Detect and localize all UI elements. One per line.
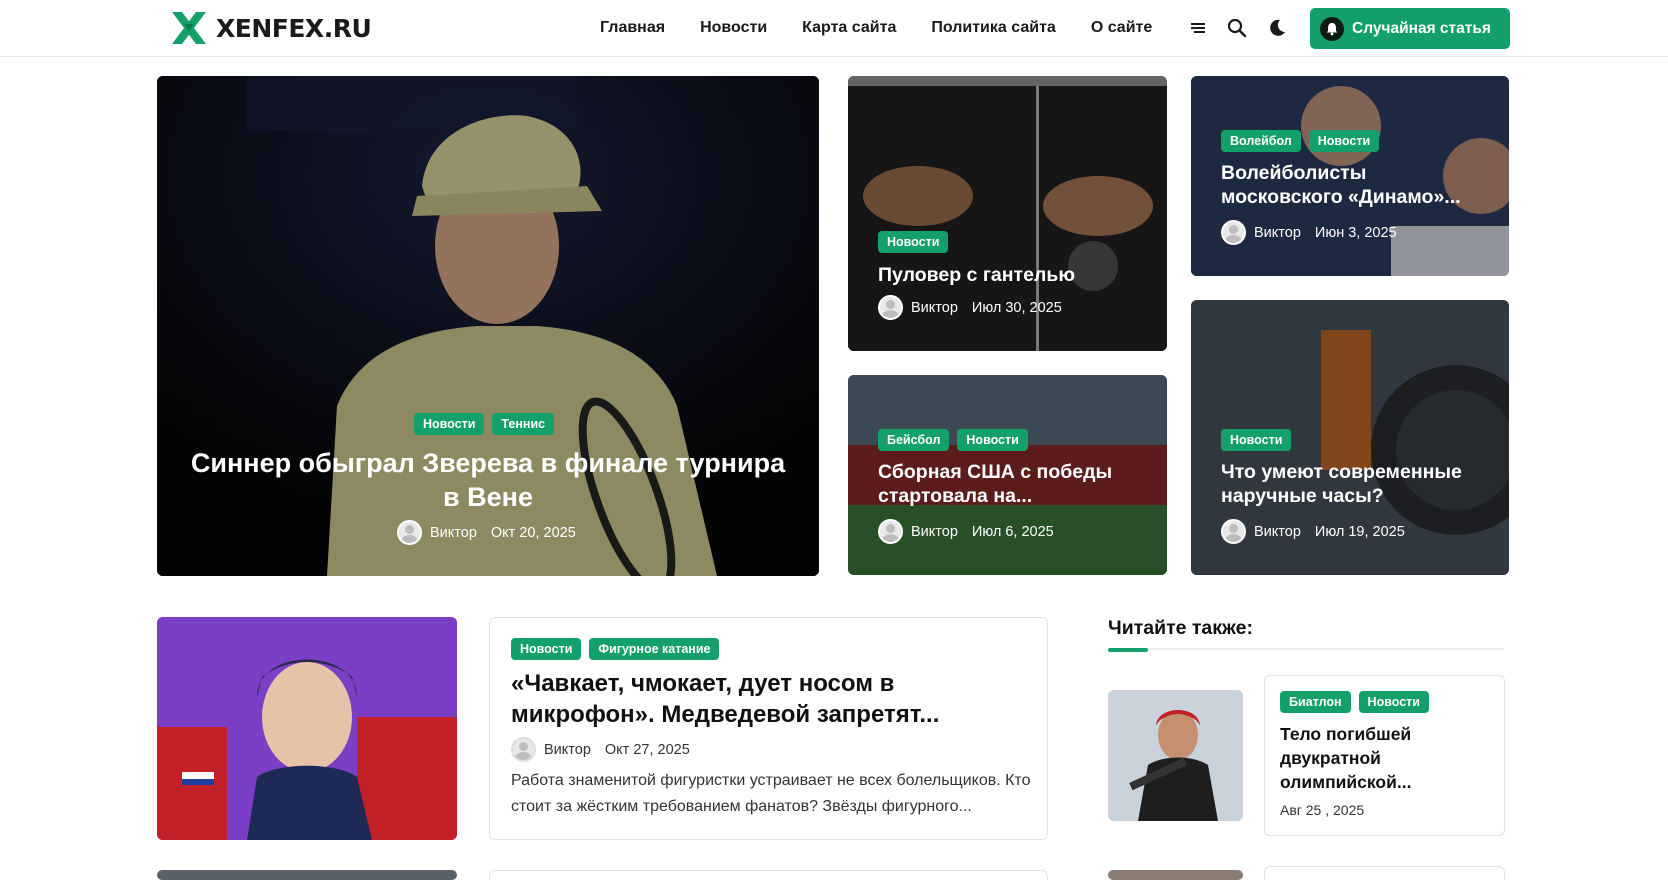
sidebar-divider [1108, 648, 1504, 650]
author-name[interactable]: Виктор [1254, 225, 1301, 241]
nav-policy[interactable]: Политика сайта [931, 19, 1055, 37]
article-card: Новости Фигурное катание «Чавкает, чмока… [489, 617, 1048, 840]
volleyball-card-tags: Волейбол Новости [1221, 130, 1380, 152]
featured-main-title[interactable]: Синнер обыграл Зверева в финале турнира … [187, 446, 789, 514]
author-avatar [1221, 519, 1246, 544]
watches-card-title[interactable]: Что умеют современные наручные часы? [1221, 460, 1501, 509]
tag-news[interactable]: Новости [1308, 130, 1380, 152]
post-date: Окт 27, 2025 [604, 741, 690, 758]
sidebar-divider-accent [1108, 648, 1148, 652]
sidebar-item-thumbnail[interactable] [1108, 690, 1243, 821]
next-article-thumbnail[interactable] [157, 870, 457, 880]
post-date: Июл 30, 2025 [971, 299, 1062, 316]
featured-card-volleyball[interactable]: Волейбол Новости Волейболисты московског… [1191, 76, 1509, 276]
author-avatar [1221, 220, 1246, 245]
article-tags: Новости Фигурное катание [511, 638, 720, 660]
moon-icon[interactable] [1265, 16, 1289, 40]
author-name[interactable]: Виктор [544, 742, 591, 758]
tag-figure-skating[interactable]: Фигурное катание [589, 638, 720, 660]
site-header: XENFEX.RU Главная Новости Карта сайта По… [0, 0, 1668, 57]
tag-volleyball[interactable]: Волейбол [1221, 130, 1301, 152]
tag-news[interactable]: Новости [511, 638, 582, 660]
author-avatar [511, 737, 536, 762]
author-avatar [878, 295, 903, 320]
sidebar-item-tags: Биатлон Новости [1280, 691, 1429, 713]
next-sidebar-thumbnail[interactable] [1108, 870, 1243, 880]
sidebar-item-card: Биатлон Новости Тело погибшей двукратной… [1264, 675, 1505, 836]
search-icon[interactable] [1225, 16, 1249, 40]
tag-tennis[interactable]: Теннис [492, 413, 555, 435]
next-sidebar-card [1264, 866, 1505, 880]
article-title[interactable]: «Чавкает, чмокает, дует носом в микрофон… [511, 668, 1026, 730]
nav-news[interactable]: Новости [700, 19, 767, 37]
logo-x-icon [170, 10, 208, 46]
baseball-card-tags: Бейсбол Новости [878, 429, 1028, 451]
nav-sitemap[interactable]: Карта сайта [802, 19, 896, 37]
post-date: Июн 3, 2025 [1314, 224, 1397, 241]
site-logo[interactable]: XENFEX.RU [170, 10, 372, 46]
author-avatar [397, 520, 422, 545]
tag-biathlon[interactable]: Биатлон [1280, 691, 1351, 713]
featured-card-dumbbell[interactable]: Новости Пуловер с гантелью Виктор Июл 30… [848, 76, 1167, 351]
dumbbell-card-title[interactable]: Пуловер с гантелью [878, 263, 1148, 287]
watches-card-tags: Новости [1221, 429, 1292, 451]
logo-text: XENFEX.RU [216, 13, 372, 43]
sidebar-heading: Читайте также: [1108, 617, 1253, 639]
author-name[interactable]: Виктор [911, 300, 958, 316]
nav-home[interactable]: Главная [600, 19, 665, 37]
baseball-card-title[interactable]: Сборная США с победы стартовала на... [878, 460, 1148, 509]
tag-news[interactable]: Новости [414, 413, 485, 435]
baseball-card-meta: Виктор Июл 6, 2025 [878, 519, 1054, 544]
article-thumbnail[interactable] [157, 617, 457, 840]
watches-card-meta: Виктор Июл 19, 2025 [1221, 519, 1405, 544]
tag-news[interactable]: Новости [1358, 691, 1429, 713]
volleyball-card-title[interactable]: Волейболисты московского «Динамо»... [1221, 161, 1491, 210]
author-name[interactable]: Виктор [430, 525, 477, 541]
random-article-label: Случайная статья [1352, 19, 1491, 37]
featured-main-tags: Новости Теннис [414, 413, 555, 435]
post-date: Июл 6, 2025 [971, 523, 1054, 540]
article-excerpt: Работа знаменитой фигуристки устраивает … [511, 772, 1031, 815]
author-name[interactable]: Виктор [1254, 524, 1301, 540]
featured-card-baseball[interactable]: Бейсбол Новости Сборная США с победы ста… [848, 375, 1167, 575]
dumbbell-card-meta: Виктор Июл 30, 2025 [878, 295, 1062, 320]
sidebar-item-date: Авг 25 , 2025 [1280, 802, 1365, 818]
main-nav: Главная Новости Карта сайта Политика сай… [600, 0, 1187, 56]
sidebar-item-image [1108, 690, 1243, 821]
post-date: Июл 19, 2025 [1314, 523, 1405, 540]
nav-about[interactable]: О сайте [1091, 19, 1152, 37]
tag-news[interactable]: Новости [1221, 429, 1292, 451]
dumbbell-card-tags: Новости [878, 231, 949, 253]
menu-icon[interactable] [1186, 16, 1210, 40]
volleyball-card-meta: Виктор Июн 3, 2025 [1221, 220, 1397, 245]
featured-main-card[interactable]: Новости Теннис Синнер обыграл Зверева в … [157, 76, 819, 576]
featured-main-meta: Виктор Окт 20, 2025 [397, 520, 576, 545]
post-date: Окт 20, 2025 [490, 524, 576, 541]
tag-news[interactable]: Новости [878, 231, 949, 253]
article-image [157, 617, 457, 840]
tag-news[interactable]: Новости [957, 429, 1028, 451]
next-article-card [489, 870, 1048, 880]
sidebar-item-title[interactable]: Тело погибшей двукратной олимпийской... [1280, 722, 1495, 794]
random-article-button[interactable]: Случайная статья [1310, 8, 1510, 49]
author-avatar [878, 519, 903, 544]
article-meta: Виктор Окт 27, 2025 [511, 737, 690, 762]
tag-baseball[interactable]: Бейсбол [878, 429, 950, 451]
author-name[interactable]: Виктор [911, 524, 958, 540]
featured-card-watches[interactable]: Новости Что умеют современные наручные ч… [1191, 300, 1509, 575]
bell-icon [1320, 16, 1344, 41]
